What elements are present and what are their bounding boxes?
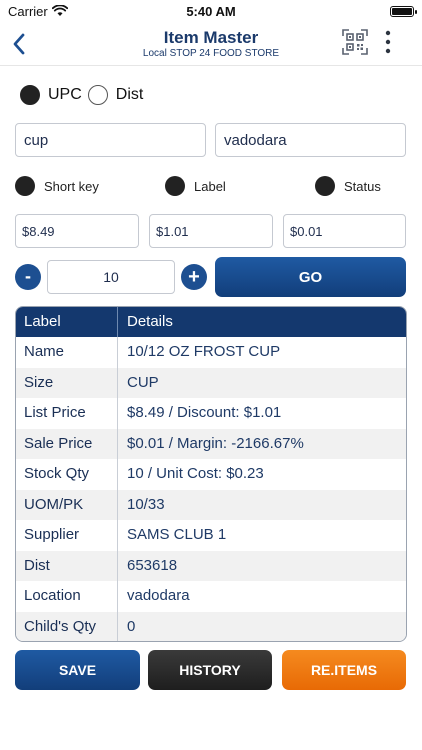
more-vertical-icon[interactable] (381, 28, 395, 56)
short-key-label: Short key (44, 178, 99, 194)
table-row: Sale Price $0.01 / Margin: -2166.67% (16, 428, 406, 459)
status-radio[interactable] (315, 176, 335, 196)
row-label: Sale Price (16, 428, 118, 459)
row-value: $0.01 / Margin: -2166.67% (127, 434, 304, 452)
row-label: Dist (16, 550, 118, 581)
row-label: List Price (16, 398, 118, 429)
dist-radio-label[interactable]: Dist (116, 86, 144, 104)
row-value: CUP (127, 373, 159, 391)
row-label: Name (16, 337, 118, 368)
row-value: 0 (127, 617, 136, 635)
list-price-input[interactable] (15, 214, 139, 248)
row-label: Stock Qty (16, 459, 118, 490)
row-label: Supplier (16, 520, 118, 551)
table-row: Stock Qty 10 / Unit Cost: $0.23 (16, 459, 406, 490)
row-value: vadodara (127, 587, 190, 604)
search-mode-group: UPC Dist (20, 83, 149, 107)
status-time: 5:40 AM (186, 4, 236, 19)
table-row: List Price $8.49 / Discount: $1.01 (16, 398, 406, 429)
short-key-option[interactable]: Short key (15, 176, 99, 196)
dist-radio[interactable] (87, 85, 108, 105)
row-value: 10/12 OZ FROST CUP (127, 343, 281, 360)
reitems-button[interactable]: RE.ITEMS (282, 650, 406, 690)
sale-price-input[interactable] (283, 214, 406, 248)
row-label: Size (16, 367, 118, 398)
plus-icon: + (188, 265, 200, 288)
row-value: $8.49 / Discount: $1.01 (127, 404, 282, 421)
table-header: Label Details (16, 307, 406, 337)
decrement-button[interactable]: - (15, 264, 41, 290)
qr-scan-icon[interactable] (342, 29, 368, 55)
label-option[interactable]: Label (165, 176, 226, 196)
location-input[interactable] (215, 123, 406, 157)
battery-icon (390, 6, 417, 17)
table-row: Size CUP (16, 367, 406, 398)
minus-icon: - (25, 266, 31, 286)
header-label: Label (16, 307, 118, 337)
go-button[interactable]: GO (215, 257, 406, 297)
upc-radio[interactable] (20, 85, 40, 105)
row-value: 10 / Unit Cost: $0.23 (127, 465, 264, 482)
row-label: UOM/PK (16, 489, 118, 520)
history-button[interactable]: HISTORY (148, 650, 272, 690)
upc-radio-label[interactable]: UPC (48, 86, 82, 104)
discount-input[interactable] (149, 214, 273, 248)
status-option[interactable]: Status (315, 176, 381, 196)
quantity-input[interactable] (47, 260, 175, 294)
search-input[interactable] (15, 123, 206, 157)
label-radio[interactable] (165, 176, 185, 196)
row-value: 653618 (127, 556, 178, 574)
table-row: Location vadodara (16, 581, 406, 612)
label-label: Label (194, 178, 226, 194)
table-row: Child's Qty 0 (16, 611, 406, 641)
table-row: UOM/PK 10/33 (16, 489, 406, 520)
table-row: Name 10/12 OZ FROST CUP (16, 337, 406, 368)
row-value: SAMS CLUB 1 (127, 526, 227, 543)
table-row: Supplier SAMS CLUB 1 (16, 520, 406, 551)
status-bar: Carrier 5:40 AM (0, 0, 422, 24)
save-button[interactable]: SAVE (15, 650, 140, 690)
row-label: Location (16, 581, 118, 612)
status-label: Status (344, 178, 381, 194)
header-details: Details (127, 313, 173, 330)
table-row: Dist 653618 (16, 550, 406, 581)
row-value: 10/33 (127, 495, 165, 513)
increment-button[interactable]: + (181, 264, 207, 290)
item-details-table: Label Details Name 10/12 OZ FROST CUP Si… (15, 306, 407, 642)
row-label: Child's Qty (16, 611, 118, 641)
nav-bar: Item Master Local STOP 24 FOOD STORE (0, 24, 422, 66)
short-key-radio[interactable] (15, 176, 35, 196)
